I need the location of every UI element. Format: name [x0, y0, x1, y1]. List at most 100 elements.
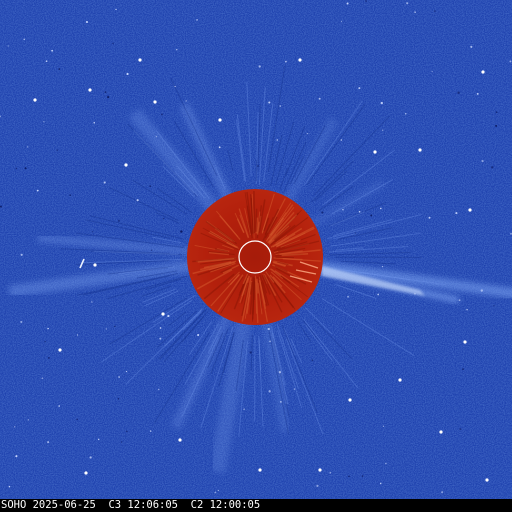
star [218, 118, 222, 122]
star [56, 149, 58, 151]
star [214, 491, 217, 494]
star [439, 430, 443, 434]
star [174, 85, 176, 88]
star [118, 376, 121, 378]
star [348, 398, 352, 402]
star [348, 475, 350, 478]
star [91, 301, 93, 303]
star [321, 211, 324, 214]
star [491, 166, 494, 169]
star [379, 207, 382, 210]
star [306, 132, 309, 135]
star [126, 72, 129, 76]
star [105, 328, 107, 330]
star [249, 351, 252, 354]
star [93, 263, 97, 267]
star [481, 159, 484, 163]
star [47, 327, 49, 330]
star [258, 468, 262, 472]
star [45, 60, 48, 62]
star [126, 430, 128, 433]
star [329, 471, 332, 474]
star [340, 20, 343, 23]
star [318, 468, 322, 472]
star [385, 462, 387, 465]
star [15, 167, 18, 170]
star [480, 289, 483, 292]
star [58, 405, 60, 407]
star [509, 60, 512, 63]
star [285, 60, 287, 63]
star [157, 388, 160, 391]
star [370, 214, 373, 217]
star [276, 139, 279, 141]
star [124, 163, 128, 167]
star [104, 91, 107, 94]
star [149, 185, 151, 187]
star [347, 295, 349, 298]
star [258, 65, 261, 68]
star [316, 484, 319, 487]
star [481, 70, 485, 74]
star [26, 146, 29, 148]
star [455, 212, 458, 215]
star [117, 219, 120, 222]
star [159, 337, 162, 340]
star [69, 194, 72, 197]
star [85, 20, 88, 23]
star [434, 10, 436, 12]
star [120, 441, 123, 443]
star [217, 489, 220, 492]
star [361, 475, 364, 477]
star [495, 124, 498, 127]
star [346, 2, 349, 5]
star [340, 139, 343, 141]
star [269, 340, 271, 343]
star [196, 19, 198, 21]
star [167, 314, 170, 318]
star [27, 419, 30, 421]
star [43, 121, 45, 123]
star [468, 208, 472, 212]
star [418, 148, 422, 152]
star [41, 377, 44, 380]
star [358, 210, 361, 213]
star [159, 327, 162, 329]
star [414, 11, 416, 13]
star [278, 371, 282, 374]
star [373, 150, 377, 154]
star [84, 471, 88, 475]
star [279, 105, 281, 107]
star [257, 165, 259, 167]
star [161, 312, 165, 316]
star [93, 121, 96, 124]
star [76, 334, 79, 336]
star [23, 38, 25, 41]
star [115, 8, 117, 10]
star [125, 370, 128, 373]
star [58, 348, 62, 352]
star [218, 146, 221, 149]
star [7, 45, 9, 47]
star [91, 231, 94, 233]
star [293, 388, 296, 390]
star [365, 0, 367, 2]
star [485, 478, 489, 482]
star [112, 42, 114, 45]
star [381, 265, 384, 268]
star [458, 299, 461, 302]
star [298, 58, 302, 62]
star [33, 98, 37, 102]
star [267, 327, 270, 331]
star [76, 418, 78, 421]
star [0, 205, 2, 208]
star [431, 70, 433, 73]
star [441, 491, 444, 494]
star [14, 426, 16, 428]
star [20, 320, 23, 324]
star [36, 189, 39, 192]
star [155, 135, 158, 138]
star [358, 87, 361, 90]
star [457, 91, 460, 94]
star [150, 249, 153, 251]
